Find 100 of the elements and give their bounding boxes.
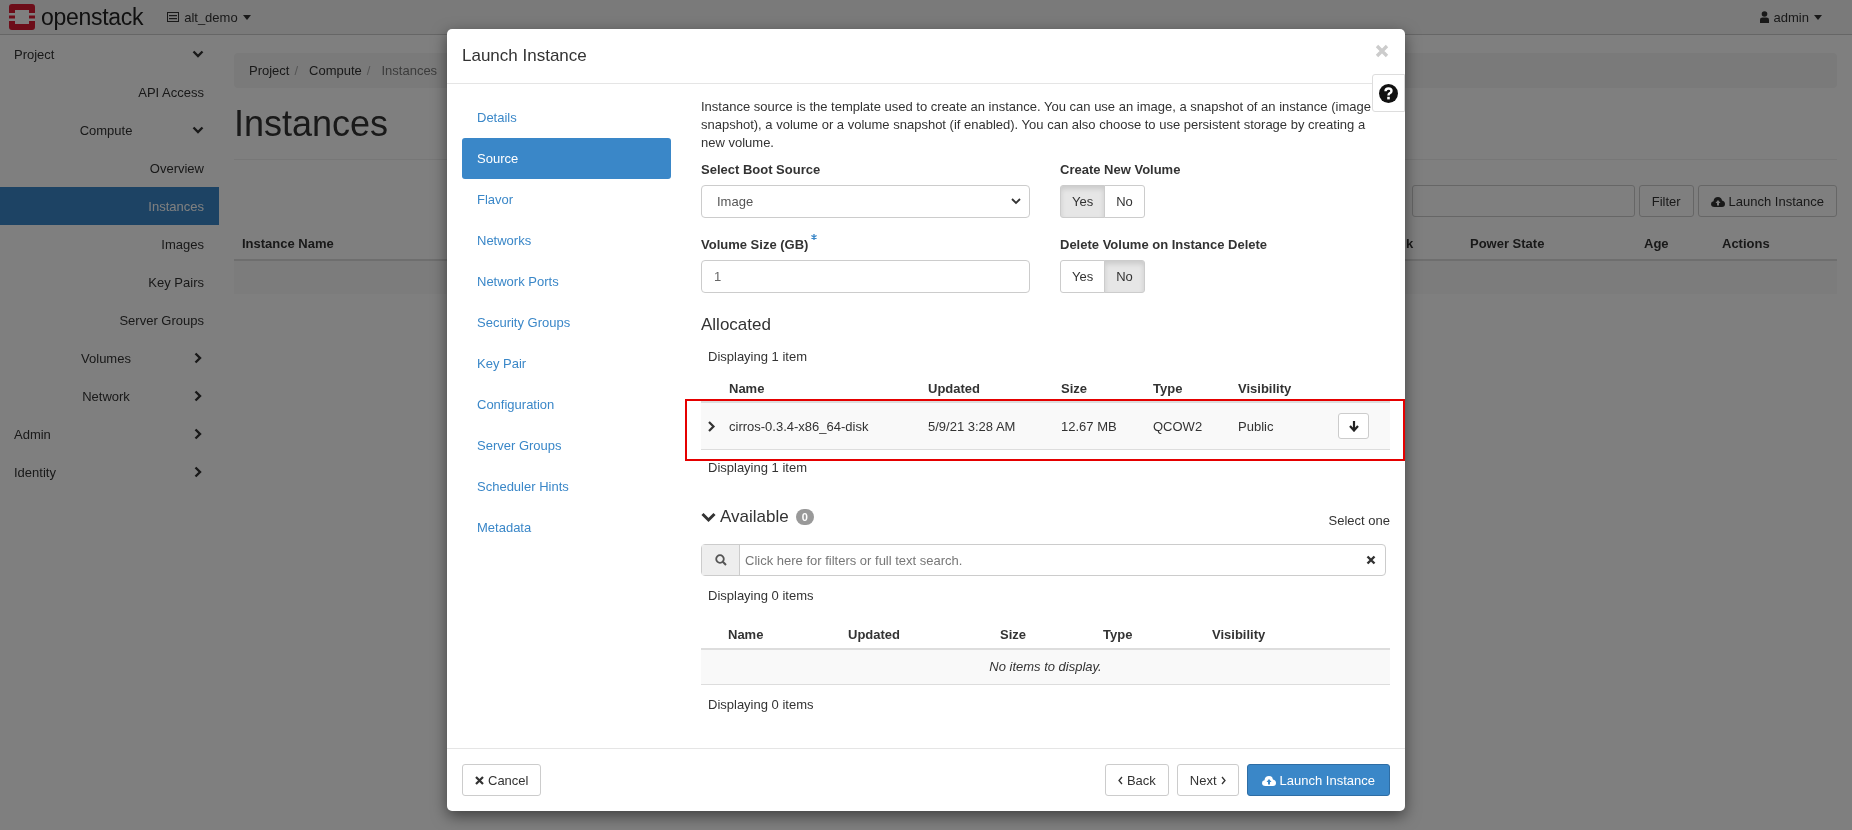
- caret-icon: [242, 14, 251, 20]
- volume-size-input[interactable]: 1: [701, 260, 1030, 293]
- item-count: Displaying 1 item: [707, 460, 808, 476]
- column-header: Type: [1153, 380, 1184, 396]
- user-menu[interactable]: admin: [1759, 9, 1822, 25]
- chevron-right-icon: [192, 428, 204, 440]
- arrow-down-icon: [1348, 420, 1359, 432]
- next-button[interactable]: Next: [1176, 764, 1239, 796]
- field-label: Volume Size (GB): [701, 237, 809, 252]
- launch-instance-button[interactable]: Launch Instance: [1697, 185, 1837, 217]
- column-header: Actions: [1721, 235, 1771, 251]
- sidebar-group[interactable]: Volumes: [0, 339, 219, 377]
- sidebar-group[interactable]: Compute: [0, 111, 219, 149]
- column-header: Instance Name: [241, 235, 335, 251]
- breadcrumb-link[interactable]: Project: [249, 63, 290, 78]
- sidebar-group[interactable]: Admin: [0, 415, 219, 453]
- wizard-step[interactable]: Security Groups: [462, 302, 671, 343]
- project-selector[interactable]: alt_demo: [167, 9, 251, 25]
- chevron-right-icon: [192, 352, 204, 364]
- toggle-button[interactable]: No: [1104, 185, 1145, 218]
- chevron-right-icon: [192, 390, 204, 402]
- empty-message: No items to display.: [701, 650, 1390, 685]
- search-field[interactable]: Click here for filters or full text search.: [701, 544, 1386, 576]
- back-button[interactable]: Back: [1104, 764, 1169, 796]
- server-icon: [167, 12, 180, 22]
- sidebar-group[interactable]: Identity: [0, 453, 219, 491]
- wizard-step[interactable]: Networks: [462, 220, 671, 261]
- chevron-right-icon[interactable]: [707, 420, 716, 432]
- table-cell-text: cirros-0.3.4-x86_64-disk: [729, 418, 870, 434]
- wizard-step[interactable]: Scheduler Hints: [462, 466, 671, 507]
- sidebar-item[interactable]: API Access: [0, 73, 219, 111]
- dialog-title: Launch Instance: [462, 46, 587, 66]
- sidebar-item[interactable]: Instances: [0, 187, 219, 225]
- filter-button[interactable]: Filter: [1638, 185, 1694, 217]
- chevron-left-icon: [1117, 775, 1123, 785]
- cloud-upload-icon: [1261, 774, 1276, 786]
- column-header: Age: [1643, 235, 1670, 251]
- sidebar-item[interactable]: Key Pairs: [0, 263, 219, 301]
- toggle-button[interactable]: No: [1104, 260, 1145, 293]
- toggle-button[interactable]: Yes: [1060, 185, 1106, 218]
- boot-source-select[interactable]: Image: [701, 185, 1030, 218]
- section-title: Allocated: [701, 315, 772, 336]
- breadcrumb-link[interactable]: Compute: [309, 63, 362, 78]
- close-icon: [475, 775, 484, 785]
- chevron-down-icon: [1011, 198, 1021, 205]
- column-header: Visibility: [1212, 626, 1267, 642]
- count-badge: 0: [795, 509, 814, 525]
- cancel-button[interactable]: Cancel: [462, 764, 542, 796]
- wizard-step[interactable]: Key Pair: [462, 343, 671, 384]
- item-count: Displaying 1 item: [707, 349, 808, 365]
- help-button[interactable]: [1372, 74, 1405, 112]
- user-icon: [1759, 11, 1769, 23]
- launch-instance-button[interactable]: Launch Instance: [1246, 764, 1390, 796]
- cloud-upload-icon: [1710, 195, 1725, 207]
- sidebar-item[interactable]: Overview: [0, 149, 219, 187]
- field-label: Select Boot Source: [701, 162, 822, 178]
- wizard-step[interactable]: Configuration: [462, 384, 671, 425]
- column-header: Power State: [1469, 235, 1546, 251]
- chevron-right-icon: [192, 466, 204, 478]
- logo-text[interactable]: openstack: [41, 3, 144, 31]
- logo-icon: [9, 4, 35, 30]
- column-header: Updated: [848, 626, 901, 642]
- sidebar-group[interactable]: Project: [0, 35, 219, 73]
- wizard-step[interactable]: Network Ports: [462, 261, 671, 302]
- table-cell-text: QCOW2: [1153, 418, 1204, 434]
- table-cell-text: Public: [1238, 418, 1275, 434]
- column-header: Size: [1061, 380, 1088, 396]
- search-icon: [714, 554, 727, 566]
- column-header: Type: [1103, 626, 1134, 642]
- sidebar-item[interactable]: Server Groups: [0, 301, 219, 339]
- breadcrumb-separator: /: [294, 63, 299, 78]
- column-header: Updated: [928, 380, 981, 396]
- chevron-down-icon: [192, 124, 204, 136]
- clear-icon[interactable]: [1366, 555, 1376, 565]
- deallocate-button[interactable]: [1338, 413, 1369, 439]
- sidebar-group[interactable]: Network: [0, 377, 219, 415]
- item-count: Displaying 0 items: [707, 697, 815, 713]
- wizard-step[interactable]: Server Groups: [462, 425, 671, 466]
- column-header: k: [1405, 235, 1415, 251]
- help-icon: [1379, 83, 1398, 103]
- filter-field[interactable]: [1411, 185, 1635, 217]
- chevron-down-icon: [192, 48, 204, 60]
- chevron-down-icon[interactable]: [701, 511, 716, 523]
- column-header: Size: [1000, 626, 1027, 642]
- item-count: Displaying 0 items: [707, 588, 815, 604]
- chevron-right-icon: [1220, 775, 1226, 785]
- column-header: Name: [729, 380, 766, 396]
- wizard-step[interactable]: Source: [462, 138, 671, 179]
- table-cell-text: 12.67 MB: [1061, 418, 1118, 434]
- section-title: Available: [720, 507, 789, 527]
- caret-icon: [1814, 14, 1822, 20]
- toggle-button[interactable]: Yes: [1060, 260, 1106, 293]
- wizard-step[interactable]: Flavor: [462, 179, 671, 220]
- field-label: Create New Volume: [1060, 162, 1182, 178]
- select-hint: Select one: [1328, 513, 1390, 528]
- wizard-step[interactable]: Metadata: [462, 507, 671, 548]
- column-header: Visibility: [1238, 380, 1293, 396]
- breadcrumb-separator: /: [366, 63, 371, 78]
- sidebar-item[interactable]: Images: [0, 225, 219, 263]
- table-cell-text: 5/9/21 3:28 AM: [928, 418, 1017, 434]
